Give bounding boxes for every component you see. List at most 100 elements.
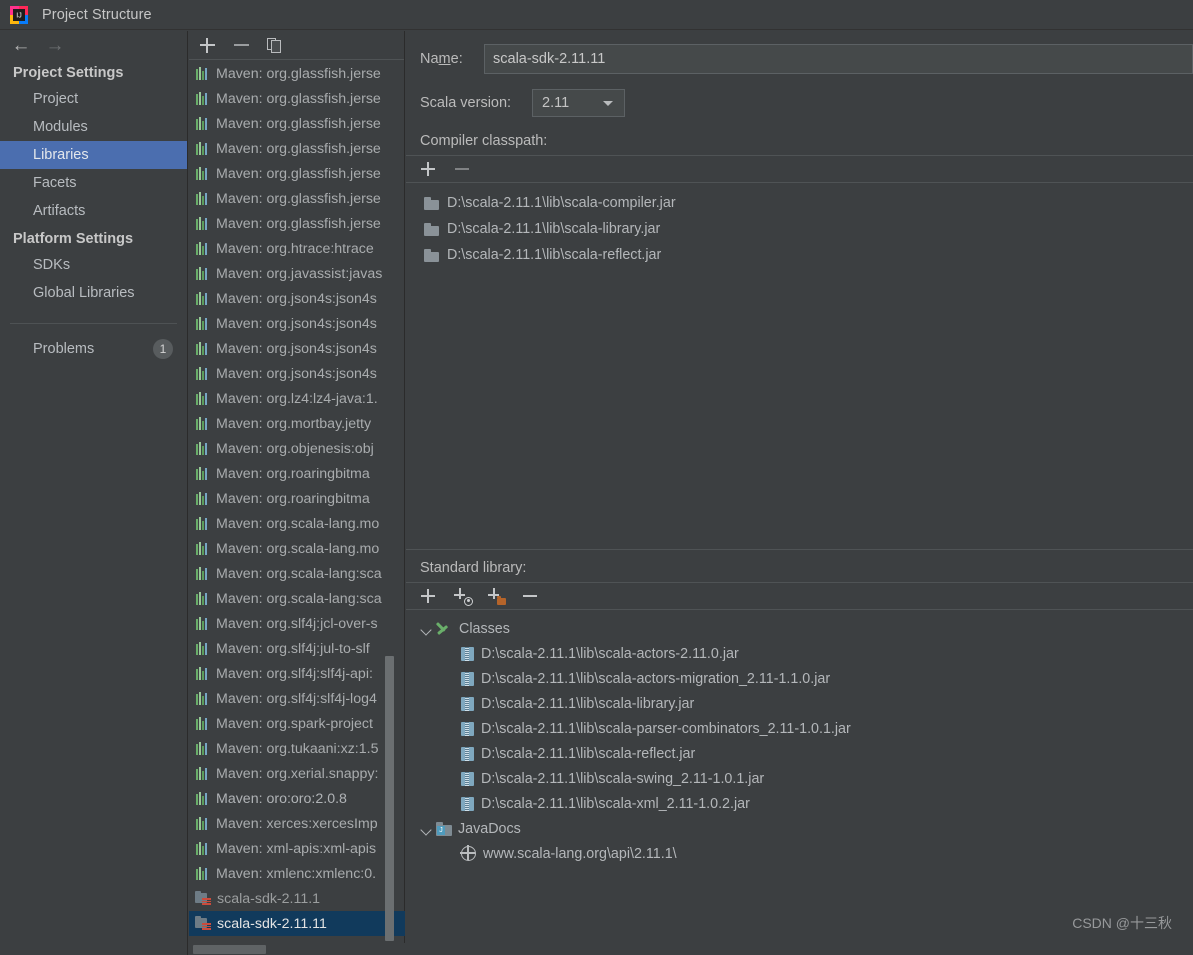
scrollbar-thumb[interactable] [385, 656, 394, 941]
plus-icon[interactable] [420, 588, 438, 605]
sidebar-item-problems[interactable]: Problems 1 [0, 334, 187, 364]
library-list-item[interactable]: Maven: org.roaringbitma [189, 461, 405, 486]
project-structure-dialog: IJ Project Structure ← → Project Setting… [0, 0, 1193, 955]
folder-icon [424, 222, 439, 236]
library-list-item[interactable]: Maven: org.slf4j:jcl-over-s [189, 611, 405, 636]
library-list-item-label: Maven: org.json4s:json4s [216, 290, 377, 307]
tree-leaf-label: D:\scala-2.11.1\lib\scala-xml_2.11-1.0.2… [481, 795, 750, 812]
library-list-item[interactable]: Maven: org.json4s:json4s [189, 361, 405, 386]
compiler-classpath-list[interactable]: D:\scala-2.11.1\lib\scala-compiler.jar D:… [406, 183, 1193, 268]
library-list-horizontal-scrollbar[interactable] [189, 943, 405, 955]
library-list-item-label: Maven: org.glassfish.jerse [216, 165, 381, 182]
arrow-right-icon[interactable]: → [38, 32, 72, 58]
library-list-item[interactable]: Maven: org.lz4:lz4-java:1. [189, 386, 405, 411]
library-list-item[interactable]: Maven: org.glassfish.jerse [189, 136, 405, 161]
library-list-item[interactable]: Maven: org.glassfish.jerse [189, 161, 405, 186]
library-list-item[interactable]: Maven: xml-apis:xml-apis [189, 836, 405, 861]
library-list-item-label: Maven: xmlenc:xmlenc:0. [216, 865, 377, 882]
chevron-down-icon[interactable] [419, 822, 433, 836]
intellij-idea-logo-icon: IJ [10, 5, 28, 24]
library-list[interactable]: Maven: org.glassfish.jerse Maven: org.gla… [189, 61, 405, 955]
sidebar-item-facets[interactable]: Facets [0, 169, 187, 197]
library-list-item[interactable]: Maven: org.scala-lang.mo [189, 511, 405, 536]
maven-library-icon [195, 866, 210, 881]
library-list-item[interactable]: Maven: org.json4s:json4s [189, 336, 405, 361]
name-field-row: Name: [406, 42, 1193, 76]
scrollbar-thumb[interactable] [193, 945, 266, 954]
tree-leaf-item[interactable]: www.scala-lang.org\api\2.11.1\ [406, 841, 1193, 866]
plus-folder-icon[interactable] [488, 587, 506, 605]
library-list-item-label: Maven: org.json4s:json4s [216, 315, 377, 332]
minus-icon[interactable] [233, 37, 250, 54]
library-list-item-label: Maven: org.glassfish.jerse [216, 115, 381, 132]
maven-library-icon [195, 391, 210, 406]
standard-library-tree[interactable]: Classes D:\scala-2.11.1\lib\scala-actors-… [406, 610, 1193, 866]
library-list-item[interactable]: Maven: org.glassfish.jerse [189, 86, 405, 111]
library-list-item[interactable]: Maven: org.glassfish.jerse [189, 111, 405, 136]
compiler-classpath-item[interactable]: D:\scala-2.11.1\lib\scala-compiler.jar [406, 190, 1193, 216]
problems-count-badge: 1 [153, 339, 173, 359]
library-list-item[interactable]: Maven: xmlenc:xmlenc:0. [189, 861, 405, 886]
library-list-item[interactable]: Maven: org.json4s:json4s [189, 286, 405, 311]
plus-classes-icon[interactable] [454, 587, 473, 606]
library-list-item[interactable]: Maven: org.roaringbitma [189, 486, 405, 511]
library-list-item[interactable]: Maven: oro:oro:2.0.8 [189, 786, 405, 811]
library-list-item[interactable]: Maven: org.slf4j:slf4j-api: [189, 661, 405, 686]
library-list-item[interactable]: scala-sdk-2.11.11 [189, 911, 405, 936]
tree-leaf-item[interactable]: D:\scala-2.11.1\lib\scala-parser-combina… [406, 716, 1193, 741]
library-list-item[interactable]: Maven: org.json4s:json4s [189, 311, 405, 336]
library-list-item-label: Maven: org.objenesis:obj [216, 440, 374, 457]
sidebar-item-global-libraries[interactable]: Global Libraries [0, 279, 187, 307]
library-list-item-label: Maven: xerces:xercesImp [216, 815, 378, 832]
library-list-item[interactable]: Maven: org.javassist:javas [189, 261, 405, 286]
tree-leaf-item[interactable]: D:\scala-2.11.1\lib\scala-actors-2.11.0.… [406, 641, 1193, 666]
scala-version-dropdown[interactable]: 2.11 [532, 89, 625, 117]
library-list-item[interactable]: Maven: org.glassfish.jerse [189, 186, 405, 211]
library-list-item[interactable]: Maven: org.objenesis:obj [189, 436, 405, 461]
maven-library-icon [195, 816, 210, 831]
tree-leaf-item[interactable]: D:\scala-2.11.1\lib\scala-swing_2.11-1.0… [406, 766, 1193, 791]
library-list-item[interactable]: Maven: org.glassfish.jerse [189, 211, 405, 236]
arrow-left-icon[interactable]: ← [4, 32, 38, 58]
library-list-vertical-scrollbar[interactable] [385, 61, 394, 955]
tree-node-classes[interactable]: Classes [406, 616, 1193, 641]
library-list-item[interactable]: Maven: org.slf4j:jul-to-slf [189, 636, 405, 661]
library-list-item[interactable]: Maven: org.tukaani:xz:1.5 [189, 736, 405, 761]
library-list-item[interactable]: Maven: org.glassfish.jerse [189, 61, 405, 86]
plus-icon[interactable] [199, 37, 216, 54]
chevron-down-icon[interactable] [419, 622, 433, 636]
library-list-item[interactable]: Maven: org.spark-project [189, 711, 405, 736]
sidebar-item-modules[interactable]: Modules [0, 113, 187, 141]
tree-leaf-item[interactable]: D:\scala-2.11.1\lib\scala-xml_2.11-1.0.2… [406, 791, 1193, 816]
plus-icon[interactable] [420, 161, 438, 178]
sidebar-item-artifacts[interactable]: Artifacts [0, 197, 187, 225]
compiler-classpath-item[interactable]: D:\scala-2.11.1\lib\scala-library.jar [406, 216, 1193, 242]
library-list-item[interactable]: Maven: xerces:xercesImp [189, 811, 405, 836]
sidebar-item-sdks[interactable]: SDKs [0, 251, 187, 279]
minus-icon[interactable] [522, 588, 540, 605]
library-list-item[interactable]: scala-sdk-2.11.1 [189, 886, 405, 911]
library-list-item[interactable]: Maven: org.htrace:htrace [189, 236, 405, 261]
tree-leaf-item[interactable]: D:\scala-2.11.1\lib\scala-library.jar [406, 691, 1193, 716]
window-title: Project Structure [42, 6, 152, 23]
tree-node-javadocs[interactable]: J JavaDocs [406, 816, 1193, 841]
tree-leaf-item[interactable]: D:\scala-2.11.1\lib\scala-actors-migrati… [406, 666, 1193, 691]
sidebar-item-project[interactable]: Project [0, 85, 187, 113]
library-list-panel: Maven: org.glassfish.jerse Maven: org.gla… [189, 31, 405, 955]
library-list-item[interactable]: Maven: org.scala-lang:sca [189, 586, 405, 611]
compiler-classpath-item-label: D:\scala-2.11.1\lib\scala-reflect.jar [447, 247, 662, 263]
library-list-item[interactable]: Maven: org.scala-lang:sca [189, 561, 405, 586]
library-list-item[interactable]: Maven: org.slf4j:slf4j-log4 [189, 686, 405, 711]
library-list-item[interactable]: Maven: org.mortbay.jetty [189, 411, 405, 436]
name-input[interactable] [484, 44, 1193, 74]
library-list-item[interactable]: Maven: org.scala-lang.mo [189, 536, 405, 561]
library-list-item[interactable]: Maven: org.xerial.snappy: [189, 761, 405, 786]
sidebar-item-libraries[interactable]: Libraries [0, 141, 187, 169]
library-list-item-label: Maven: org.slf4j:jcl-over-s [216, 615, 378, 632]
library-list-item-label: Maven: org.htrace:htrace [216, 240, 374, 257]
scala-version-value: 2.11 [542, 95, 570, 111]
compiler-classpath-item[interactable]: D:\scala-2.11.1\lib\scala-reflect.jar [406, 242, 1193, 268]
tree-leaf-item[interactable]: D:\scala-2.11.1\lib\scala-reflect.jar [406, 741, 1193, 766]
copy-icon[interactable] [267, 37, 283, 53]
scala-version-label: Scala version: [420, 95, 512, 111]
